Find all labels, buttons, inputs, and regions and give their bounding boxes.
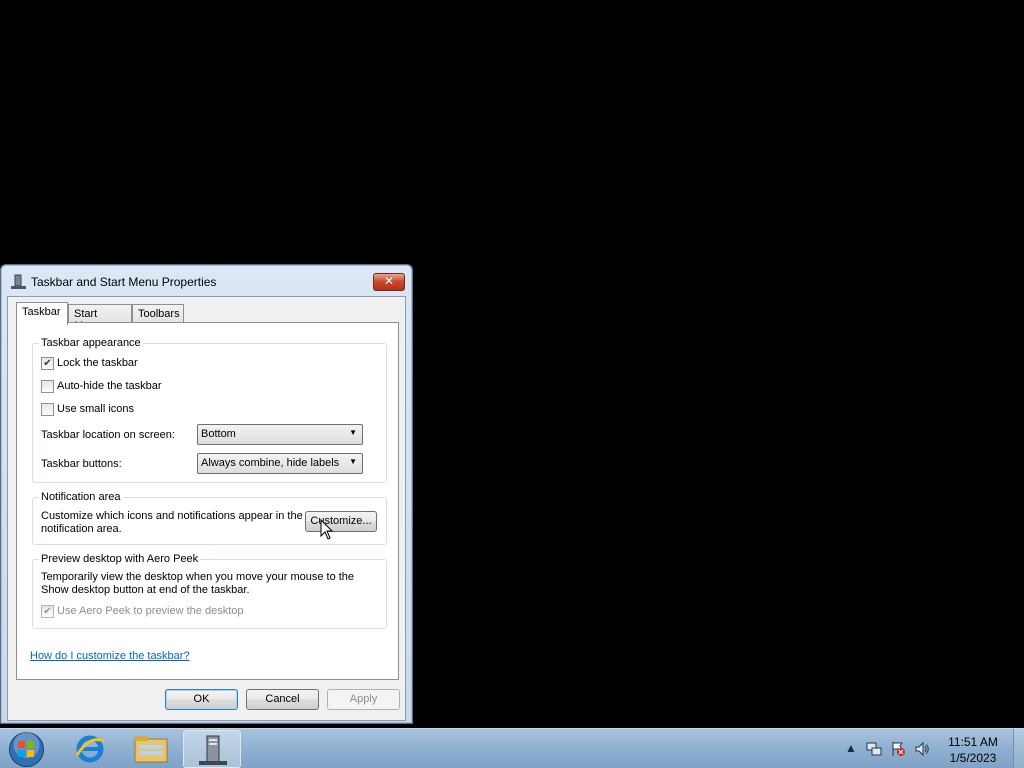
clock-time: 11:51 AM xyxy=(948,735,998,749)
location-select[interactable]: Bottom ▼ xyxy=(197,424,363,445)
taskbar-properties-dialog: Taskbar and Start Menu Properties ✕ Task… xyxy=(0,264,413,724)
help-link[interactable]: How do I customize the taskbar? xyxy=(30,650,190,662)
location-label: Taskbar location on screen: xyxy=(41,429,175,441)
dialog-title: Taskbar and Start Menu Properties xyxy=(31,275,217,289)
mouse-pointer-icon xyxy=(320,519,334,540)
chevron-down-icon: ▼ xyxy=(349,457,357,466)
customize-button[interactable]: Customize... xyxy=(305,511,377,532)
aero-peek-option: ✔ Use Aero Peek to preview the desktop xyxy=(41,604,244,618)
server-manager-icon xyxy=(199,735,227,765)
taskbar-properties-icon xyxy=(11,274,26,289)
show-desktop-button[interactable] xyxy=(1013,729,1024,768)
buttons-value: Always combine, hide labels xyxy=(201,457,340,469)
internet-explorer-button[interactable] xyxy=(61,730,119,768)
autohide-option[interactable]: Auto-hide the taskbar xyxy=(41,379,162,393)
close-button[interactable]: ✕ xyxy=(373,273,405,291)
volume-icon[interactable] xyxy=(914,741,930,757)
windows-explorer-icon xyxy=(134,736,168,763)
windows-start-icon[interactable] xyxy=(8,731,45,768)
buttons-select[interactable]: Always combine, hide labels ▼ xyxy=(197,453,363,474)
small-icons-option[interactable]: Use small icons xyxy=(41,402,134,416)
taskbar: ▲ 11:51 AM 1/5/2023 xyxy=(0,728,1024,768)
lock-taskbar-option[interactable]: ✔ Lock the taskbar xyxy=(41,356,138,370)
notification-description-line: Customize which icons and notifications … xyxy=(41,510,303,522)
aero-peek-description: Temporarily view the desktop when you mo… xyxy=(41,571,354,597)
notification-description: Customize which icons and notifications … xyxy=(41,510,303,536)
autohide-checkbox[interactable] xyxy=(41,379,54,393)
lock-taskbar-label: Lock the taskbar xyxy=(57,357,138,369)
taskbar-tab-panel: Taskbar appearance ✔ Lock the taskbar Au… xyxy=(16,322,399,680)
apply-button[interactable]: Apply xyxy=(327,689,400,710)
system-clock[interactable]: 11:51 AM 1/5/2023 xyxy=(940,734,1006,766)
appearance-group: Taskbar appearance ✔ Lock the taskbar Au… xyxy=(32,337,387,483)
network-icon[interactable] xyxy=(866,741,882,757)
ok-button[interactable]: OK xyxy=(165,689,238,710)
autohide-label: Auto-hide the taskbar xyxy=(57,380,162,392)
title-bar[interactable]: Taskbar and Start Menu Properties ✕ xyxy=(1,265,412,297)
clock-date: 1/5/2023 xyxy=(949,751,997,765)
action-center-flag-icon[interactable] xyxy=(890,741,906,757)
tab-toolbars[interactable]: Toolbars xyxy=(132,304,184,324)
server-manager-button[interactable] xyxy=(183,730,241,768)
aero-peek-label: Use Aero Peek to preview the desktop xyxy=(57,605,244,617)
internet-explorer-icon xyxy=(75,735,105,763)
tab-start-menu[interactable]: Start Menu xyxy=(68,304,132,332)
notification-description-line: notification area. xyxy=(41,523,122,535)
windows-explorer-button[interactable] xyxy=(122,730,180,768)
buttons-label: Taskbar buttons: xyxy=(41,458,122,470)
small-icons-label: Use small icons xyxy=(57,403,135,415)
notification-group-title: Notification area xyxy=(39,491,123,503)
aero-peek-checkbox: ✔ xyxy=(41,604,54,618)
aero-peek-description-line: Temporarily view the desktop when you mo… xyxy=(41,571,355,583)
aero-peek-description-line: Show desktop button at end of the taskba… xyxy=(41,584,250,596)
chevron-down-icon: ▼ xyxy=(349,428,357,437)
cancel-button[interactable]: Cancel xyxy=(246,689,319,710)
small-icons-checkbox[interactable] xyxy=(41,402,54,416)
lock-taskbar-checkbox[interactable]: ✔ xyxy=(41,356,54,370)
aero-peek-group: Preview desktop with Aero Peek Temporari… xyxy=(32,553,387,629)
tab-taskbar[interactable]: Taskbar xyxy=(16,302,68,325)
location-value: Bottom xyxy=(201,428,236,440)
show-hidden-icons-icon[interactable]: ▲ xyxy=(843,741,859,757)
appearance-group-title: Taskbar appearance xyxy=(39,337,143,349)
dialog-client-area: Taskbar Start Menu Toolbars Taskbar appe… xyxy=(7,296,406,721)
aero-peek-group-title: Preview desktop with Aero Peek xyxy=(39,553,201,565)
